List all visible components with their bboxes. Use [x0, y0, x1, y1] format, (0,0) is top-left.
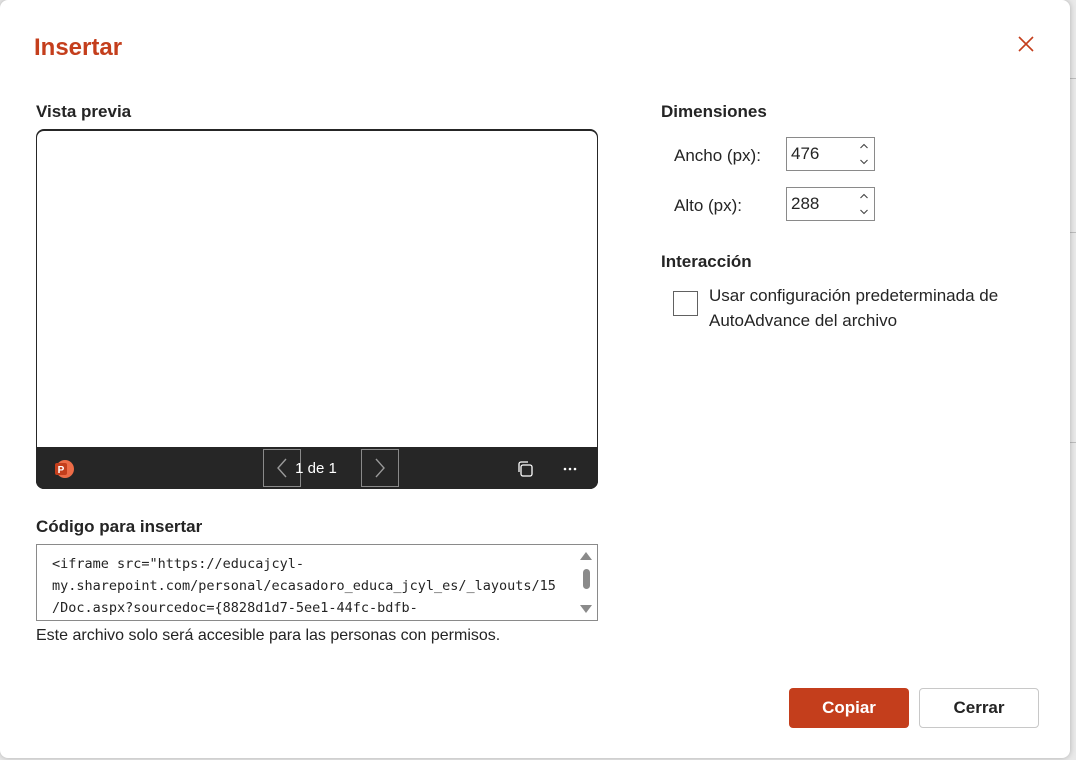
scroll-up-icon	[580, 552, 592, 560]
more-options-icon[interactable]	[560, 459, 580, 479]
width-increment-icon[interactable]	[856, 139, 872, 154]
code-scrollbar[interactable]	[576, 546, 596, 619]
width-label: Ancho (px):	[674, 146, 761, 165]
height-increment-icon[interactable]	[856, 189, 872, 204]
close-button[interactable]: Cerrar	[919, 688, 1039, 728]
preview-toolbar: P 1 de 1	[36, 447, 598, 489]
autoadvance-checkbox[interactable]	[673, 291, 698, 316]
interaction-label: Interacción	[661, 252, 752, 271]
height-spinbutton[interactable]	[786, 187, 875, 221]
permissions-note: Este archivo solo será accesible para la…	[36, 627, 501, 644]
height-input[interactable]	[791, 193, 851, 215]
copy-icon[interactable]	[515, 459, 535, 479]
dialog-title: Insertar	[34, 34, 123, 61]
dimensions-label: Dimensiones	[661, 102, 767, 121]
width-decrement-icon[interactable]	[856, 154, 872, 169]
close-icon[interactable]	[1012, 30, 1040, 58]
svg-text:P: P	[58, 465, 65, 476]
scroll-down-icon	[580, 605, 592, 613]
next-slide-button[interactable]	[361, 449, 399, 487]
copy-button[interactable]: Copiar	[789, 688, 909, 728]
powerpoint-icon: P	[54, 459, 74, 479]
scroll-thumb	[583, 569, 590, 589]
preview-frame: P 1 de 1	[36, 129, 598, 489]
insert-dialog: Insertar Vista previa P 1 de 1 Código pa…	[0, 0, 1070, 758]
width-spinbutton[interactable]	[786, 137, 875, 171]
embed-code-label: Código para insertar	[36, 517, 203, 536]
preview-slide	[37, 131, 597, 447]
height-decrement-icon[interactable]	[856, 204, 872, 219]
height-label: Alto (px):	[674, 196, 743, 215]
embed-code-textarea[interactable]: <iframe src="https://educajcyl- my.share…	[36, 544, 598, 621]
autoadvance-checkbox-label[interactable]: Usar configuración predeterminada de Aut…	[709, 283, 1039, 333]
embed-code-text[interactable]: <iframe src="https://educajcyl- my.share…	[52, 553, 574, 619]
width-input[interactable]	[791, 143, 851, 165]
preview-label: Vista previa	[36, 102, 132, 121]
page-indicator: 1 de 1	[295, 460, 337, 477]
